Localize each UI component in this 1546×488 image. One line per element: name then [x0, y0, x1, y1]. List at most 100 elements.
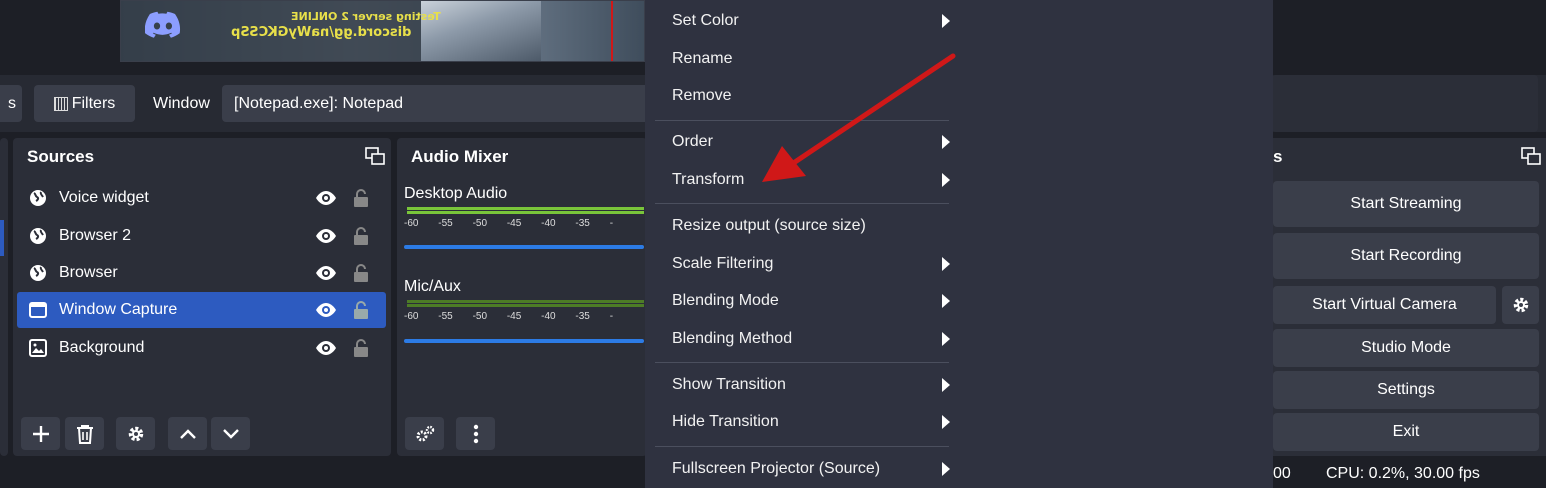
desktop-audio-label: Desktop Audio	[404, 185, 508, 202]
mic-aux-label: Mic/Aux	[404, 278, 461, 295]
settings-button[interactable]: Settings	[1273, 371, 1539, 409]
virtual-camera-settings-button[interactable]	[1502, 286, 1539, 324]
menu-item-order[interactable]: Order	[672, 133, 713, 151]
source-item-background[interactable]: Background	[17, 330, 386, 366]
start-streaming-button[interactable]: Start Streaming	[1273, 181, 1539, 227]
controls-title: s	[1273, 147, 1283, 166]
trash-icon	[76, 424, 93, 444]
menu-separator	[655, 446, 949, 447]
properties-button[interactable]: s	[0, 85, 22, 122]
move-source-down-button[interactable]	[211, 417, 250, 450]
studio-mode-button[interactable]: Studio Mode	[1273, 329, 1539, 367]
mixer-menu-button[interactable]	[456, 417, 495, 450]
submenu-arrow-icon	[942, 294, 950, 308]
preview-canvas[interactable]: Testing server 2 ONLINE discord.gg/naWyG…	[120, 0, 645, 62]
window-label: Window	[153, 95, 210, 112]
gear-icon	[128, 426, 143, 441]
chevron-up-icon	[179, 428, 196, 439]
lock-icon[interactable]	[353, 263, 369, 283]
globe-icon	[30, 190, 46, 206]
lock-icon[interactable]	[353, 188, 369, 208]
menu-separator	[655, 362, 949, 363]
source-label: Voice widget	[59, 189, 149, 206]
submenu-arrow-icon	[942, 257, 950, 271]
lock-icon[interactable]	[353, 300, 369, 320]
mic-aux-meter	[407, 300, 644, 308]
menu-separator	[655, 203, 949, 204]
source-item-browser-2[interactable]: Browser 2	[17, 218, 386, 254]
status-cpu: CPU: 0.2%, 30.00 fps	[1326, 465, 1480, 482]
menu-item-hide-transition[interactable]: Hide Transition	[672, 413, 779, 431]
desktop-audio-meter	[407, 207, 644, 215]
undock-icon[interactable]	[1521, 147, 1541, 165]
menu-item-scale-filtering[interactable]: Scale Filtering	[672, 255, 773, 273]
menu-item-rename[interactable]: Rename	[672, 50, 732, 68]
source-item-browser[interactable]: Browser	[17, 255, 386, 291]
menu-item-remove[interactable]: Remove	[672, 87, 732, 105]
context-bar-right-panel	[1272, 75, 1538, 132]
eye-icon[interactable]	[315, 189, 337, 207]
mic-aux-volume-slider[interactable]	[404, 339, 644, 343]
eye-icon[interactable]	[315, 264, 337, 282]
mic-aux-scale: -60 -55 -50 -45 -40 -35-	[404, 311, 614, 322]
gears-icon	[416, 425, 434, 441]
menu-item-resize-output[interactable]: Resize output (source size)	[672, 217, 866, 235]
image-icon	[29, 339, 47, 357]
plus-icon	[32, 425, 49, 442]
add-source-button[interactable]	[21, 417, 60, 450]
filters-icon	[53, 96, 68, 111]
scene-selected-item[interactable]	[0, 220, 4, 256]
more-vertical-icon	[473, 424, 478, 443]
start-recording-button[interactable]: Start Recording	[1273, 233, 1539, 279]
lock-icon[interactable]	[353, 226, 369, 246]
window-select[interactable]: [Notepad.exe]: Notepad	[222, 85, 652, 122]
source-label: Browser	[59, 264, 118, 281]
controls-dock: s Start Streaming Start Recording Start …	[1273, 138, 1546, 456]
source-item-window-capture[interactable]: Window Capture	[17, 292, 386, 328]
scenes-dock	[0, 138, 8, 456]
menu-item-transform[interactable]: Transform	[672, 171, 744, 189]
preview-red-guide	[611, 1, 613, 61]
eye-icon[interactable]	[315, 227, 337, 245]
menu-item-fullscreen-projector[interactable]: Fullscreen Projector (Source)	[672, 460, 880, 478]
submenu-arrow-icon	[942, 415, 950, 429]
preview-area: Testing server 2 ONLINE discord.gg/naWyG…	[0, 0, 645, 75]
exit-button[interactable]: Exit	[1273, 413, 1539, 451]
eye-icon[interactable]	[315, 301, 337, 319]
submenu-arrow-icon	[942, 332, 950, 346]
menu-item-set-color[interactable]: Set Color	[672, 12, 739, 30]
source-item-voice-widget[interactable]: Voice widget	[17, 180, 386, 216]
advanced-audio-button[interactable]	[405, 417, 444, 450]
annotation-arrow-icon	[762, 53, 956, 182]
desktop-audio-volume-slider[interactable]	[404, 245, 644, 249]
source-label: Window Capture	[59, 301, 178, 318]
filters-button[interactable]: Filters	[34, 85, 135, 122]
lock-icon[interactable]	[353, 338, 369, 358]
source-properties-button[interactable]	[116, 417, 155, 450]
globe-icon	[30, 265, 46, 281]
undock-icon[interactable]	[365, 147, 385, 165]
menu-item-show-transition[interactable]: Show Transition	[672, 376, 786, 394]
move-source-up-button[interactable]	[168, 417, 207, 450]
discord-icon	[145, 11, 181, 38]
submenu-arrow-icon	[942, 14, 950, 28]
eye-icon[interactable]	[315, 339, 337, 357]
desktop-audio-scale: -60 -55 -50 -45 -40 -35-	[404, 218, 614, 229]
menu-item-blending-method[interactable]: Blending Method	[672, 330, 792, 348]
audio-mixer-dock: Audio Mixer Desktop Audio -60 -55 -50 -45 -4…	[397, 138, 647, 456]
preview-discord-overlay: Testing server 2 ONLINE discord.gg/naWyG…	[121, 1, 441, 61]
sources-dock: Sources Voice widget Browser 2 Browser W…	[13, 138, 391, 456]
audio-mixer-title: Audio Mixer	[411, 147, 509, 166]
status-bar: 00 CPU: 0.2%, 30.00 fps	[1273, 458, 1546, 488]
source-label: Browser 2	[59, 227, 132, 244]
sources-title: Sources	[27, 147, 95, 166]
filters-button-label: Filters	[71, 94, 116, 112]
submenu-arrow-icon	[942, 378, 950, 392]
gear-icon	[1513, 297, 1528, 313]
menu-item-blending-mode[interactable]: Blending Mode	[672, 292, 779, 310]
remove-source-button[interactable]	[65, 417, 104, 450]
start-virtual-camera-button[interactable]: Start Virtual Camera	[1273, 286, 1496, 324]
window-icon	[29, 302, 47, 318]
submenu-arrow-icon	[942, 462, 950, 476]
source-label: Background	[59, 339, 145, 356]
